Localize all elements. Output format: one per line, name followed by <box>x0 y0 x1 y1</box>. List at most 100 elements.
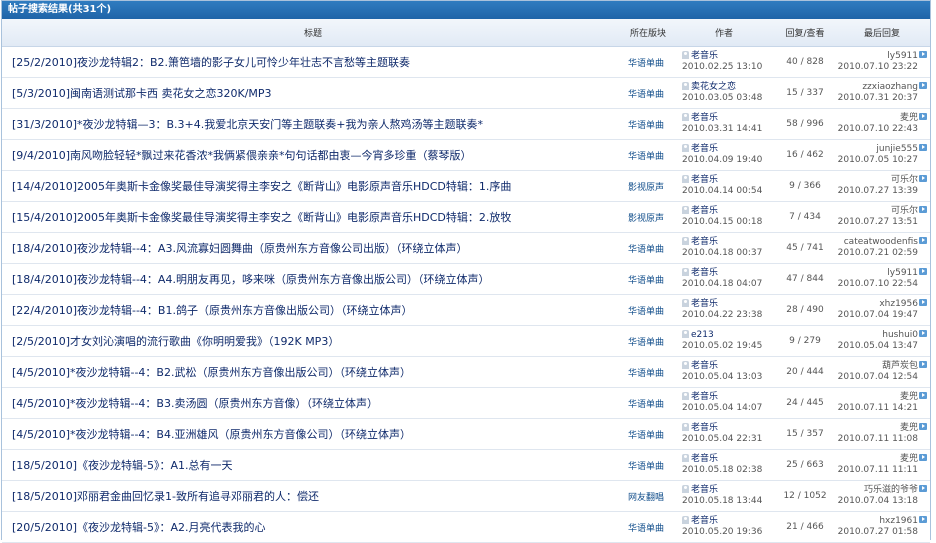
last-reply-date: 2010.07.04 12:54 <box>837 372 918 382</box>
forum-link[interactable]: 华语单曲 <box>628 338 664 348</box>
last-reply-user[interactable]: zzxiaozhang <box>834 82 918 93</box>
goto-last-reply-icon[interactable] <box>919 51 927 58</box>
thread-title-link[interactable]: [4/5/2010]*夜沙龙特辑--4：B2.武松（原贵州东方音像出版公司）（环… <box>12 366 411 379</box>
forum-link[interactable]: 影视原声 <box>628 183 664 193</box>
goto-last-reply-icon[interactable] <box>919 82 927 89</box>
goto-last-reply-icon[interactable] <box>919 392 927 399</box>
forum-link[interactable]: 华语单曲 <box>628 431 664 441</box>
author-link[interactable]: 老音乐 <box>691 485 718 495</box>
goto-last-reply-icon[interactable] <box>919 113 927 120</box>
forum-link[interactable]: 华语单曲 <box>628 524 664 534</box>
author-link[interactable]: 老音乐 <box>691 423 718 433</box>
goto-last-reply-icon[interactable] <box>919 361 927 368</box>
thread-title-link[interactable]: [18/5/2010]邓丽君金曲回忆录1-致所有追寻邓丽君的人：偿还 <box>12 490 319 503</box>
last-reply-user[interactable]: junjie555 <box>834 144 918 155</box>
last-reply-user[interactable]: ly5911 <box>834 51 918 62</box>
author-link[interactable]: 老音乐 <box>691 392 718 402</box>
user-icon <box>682 330 689 338</box>
author-link[interactable]: 老音乐 <box>691 361 718 371</box>
thread-title-link[interactable]: [20/5/2010]《夜沙龙特辑-5》：A2.月亮代表我的心 <box>12 521 265 534</box>
user-icon <box>682 206 689 214</box>
author-link[interactable]: 老音乐 <box>691 299 718 309</box>
author-link[interactable]: 卖花女之恋 <box>691 82 736 92</box>
author-link[interactable]: 老音乐 <box>691 113 718 123</box>
thread-title-link[interactable]: [18/5/2010]《夜沙龙特辑-5》：A1.总有一天 <box>12 459 232 472</box>
goto-last-reply-icon[interactable] <box>919 206 927 213</box>
author-link[interactable]: 老音乐 <box>691 237 718 247</box>
last-reply-user[interactable]: 麦兜 <box>834 423 918 434</box>
forum-link[interactable]: 华语单曲 <box>628 400 664 410</box>
last-reply-user[interactable]: 巧乐滋的爷爷 <box>834 485 918 496</box>
last-reply-user[interactable]: cateatwoodenfis <box>834 237 918 248</box>
post-date: 2010.04.14 00:54 <box>682 186 763 196</box>
reply-view-count: 9 / 366 <box>776 170 834 202</box>
forum-link[interactable]: 华语单曲 <box>628 369 664 379</box>
author-link[interactable]: 老音乐 <box>691 268 718 278</box>
thread-title-link[interactable]: [4/5/2010]*夜沙龙特辑--4：B3.卖汤圆（原贵州东方音像）（环绕立体… <box>12 397 378 410</box>
reply-view-count: 21 / 466 <box>776 511 834 543</box>
forum-link[interactable]: 华语单曲 <box>628 307 664 317</box>
last-reply-user[interactable]: 可乐尔 <box>834 175 918 186</box>
author-link[interactable]: 老音乐 <box>691 516 718 526</box>
forum-link[interactable]: 华语单曲 <box>628 59 664 69</box>
author-link[interactable]: 老音乐 <box>691 454 718 464</box>
thread-title-link[interactable]: [9/4/2010]南风吻脸轻轻*飘过来花香浓*我俩紧偎亲亲*句句话都由衷—今宵… <box>12 149 471 162</box>
forum-link[interactable]: 华语单曲 <box>628 462 664 472</box>
header-last-reply: 最后回复 <box>834 19 930 47</box>
last-reply-user[interactable]: 麦兜 <box>834 113 918 124</box>
goto-last-reply-icon[interactable] <box>919 299 927 306</box>
goto-last-reply-icon[interactable] <box>919 144 927 151</box>
forum-link[interactable]: 网友翻唱 <box>628 493 664 503</box>
last-reply-user[interactable]: hushui0 <box>834 330 918 341</box>
forum-link[interactable]: 影视原声 <box>628 214 664 224</box>
forum-link[interactable]: 华语单曲 <box>628 121 664 131</box>
goto-last-reply-icon[interactable] <box>919 330 927 337</box>
author-link[interactable]: 老音乐 <box>691 144 718 154</box>
author-link[interactable]: 老音乐 <box>691 175 718 185</box>
last-reply-date: 2010.07.10 22:54 <box>837 279 918 289</box>
thread-title-link[interactable]: [25/2/2010]夜沙龙特辑2：B2.箫笆墙的影子女儿可怜少年壮志不言愁等主… <box>12 56 410 69</box>
forum-link[interactable]: 华语单曲 <box>628 90 664 100</box>
table-row: [18/4/2010]夜沙龙特辑--4：A3.风流寡妇圆舞曲（原贵州东方音像公司… <box>2 232 930 264</box>
goto-last-reply-icon[interactable] <box>919 423 927 430</box>
forum-link[interactable]: 华语单曲 <box>628 276 664 286</box>
thread-title-link[interactable]: [5/3/2010]闽南语测试那卡西 卖花女之恋320K/MP3 <box>12 87 272 100</box>
post-date: 2010.05.18 02:38 <box>682 465 763 475</box>
thread-title-link[interactable]: [4/5/2010]*夜沙龙特辑--4：B4.亚洲雄风（原贵州东方音像公司）（环… <box>12 428 411 441</box>
last-reply-user[interactable]: xhz1956 <box>834 299 918 310</box>
last-reply-user[interactable]: 可乐尔 <box>834 206 918 217</box>
post-date: 2010.02.25 13:10 <box>682 62 763 72</box>
thread-title-link[interactable]: [2/5/2010]才女刘沁演唱的流行歌曲《你明明爱我》（192K MP3） <box>12 335 339 348</box>
header-author: 作者 <box>672 19 776 47</box>
last-reply-user[interactable]: 麦兜 <box>834 392 918 403</box>
goto-last-reply-icon[interactable] <box>919 516 927 523</box>
thread-title-link[interactable]: [31/3/2010]*夜沙龙特辑—3：B.3+4.我爱北京天安门等主题联奏+我… <box>12 118 483 131</box>
header-forum: 所在版块 <box>624 19 672 47</box>
post-date: 2010.05.04 14:07 <box>682 403 763 413</box>
goto-last-reply-icon[interactable] <box>919 175 927 182</box>
forum-link[interactable]: 华语单曲 <box>628 245 664 255</box>
reply-view-count: 12 / 1052 <box>776 480 834 512</box>
goto-last-reply-icon[interactable] <box>919 237 927 244</box>
author-link[interactable]: 老音乐 <box>691 206 718 216</box>
thread-title-link[interactable]: [22/4/2010]夜沙龙特辑--4：B1.鸽子（原贵州东方音像出版公司）（环… <box>12 304 412 317</box>
user-icon <box>682 144 689 152</box>
reply-view-count: 16 / 462 <box>776 139 834 171</box>
goto-last-reply-icon[interactable] <box>919 454 927 461</box>
last-reply-user[interactable]: ly5911 <box>834 268 918 279</box>
results-body: [25/2/2010]夜沙龙特辑2：B2.箫笆墙的影子女儿可怜少年壮志不言愁等主… <box>2 46 930 543</box>
last-reply-user[interactable]: hxz1961 <box>834 516 918 527</box>
goto-last-reply-icon[interactable] <box>919 485 927 492</box>
author-link[interactable]: e213 <box>691 330 714 340</box>
goto-last-reply-icon[interactable] <box>919 268 927 275</box>
author-link[interactable]: 老音乐 <box>691 51 718 61</box>
thread-title-link[interactable]: [15/4/2010]2005年奥斯卡金像奖最佳导演奖得主李安之《断背山》电影原… <box>12 211 511 224</box>
thread-title-link[interactable]: [18/4/2010]夜沙龙特辑--4：A3.风流寡妇圆舞曲（原贵州东方音像公司… <box>12 242 467 255</box>
thread-title-link[interactable]: [18/4/2010]夜沙龙特辑--4：A4.明朋友再见，哆来咪（原贵州东方音像… <box>12 273 489 286</box>
post-date: 2010.05.02 19:45 <box>682 341 763 351</box>
last-reply-date: 2010.07.27 01:58 <box>837 527 918 537</box>
last-reply-user[interactable]: 麦兜 <box>834 454 918 465</box>
forum-link[interactable]: 华语单曲 <box>628 152 664 162</box>
thread-title-link[interactable]: [14/4/2010]2005年奥斯卡金像奖最佳导演奖得主李安之《断背山》电影原… <box>12 180 511 193</box>
last-reply-user[interactable]: 葫芦炭包 <box>834 361 918 372</box>
